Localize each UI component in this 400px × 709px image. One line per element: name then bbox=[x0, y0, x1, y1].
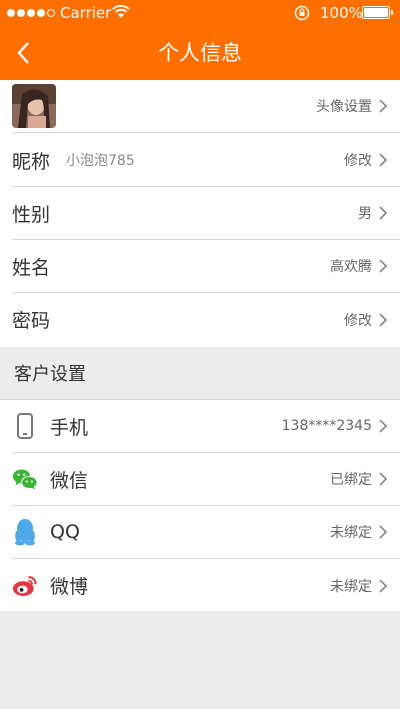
chevron-right-icon bbox=[379, 578, 388, 593]
nickname-edit-label: 修改 bbox=[344, 153, 372, 169]
chevron-right-icon bbox=[379, 312, 388, 327]
carrier-label: Carrier bbox=[60, 4, 112, 22]
wechat-label: 微信 bbox=[50, 469, 89, 492]
gender-value: 男 bbox=[358, 206, 372, 222]
chevron-right-icon bbox=[379, 259, 388, 273]
qq-row[interactable]: QQ 未绑定 bbox=[12, 506, 400, 559]
chevron-right-icon bbox=[379, 472, 388, 486]
weibo-status: 未绑定 bbox=[330, 578, 372, 595]
chevron-right-icon bbox=[379, 419, 388, 433]
header-bar: Carrier 100% 个人信息 bbox=[0, 0, 400, 80]
phone-value: 138****2345 bbox=[281, 418, 372, 434]
chevron-right-icon bbox=[379, 99, 388, 113]
status-bar: Carrier 100% bbox=[0, 0, 400, 26]
weibo-icon bbox=[12, 573, 38, 599]
chevron-right-icon bbox=[379, 206, 388, 220]
page-title: 个人信息 bbox=[158, 41, 242, 65]
phone-row[interactable]: 手机 138****2345 bbox=[12, 400, 400, 453]
password-edit-label: 修改 bbox=[344, 312, 372, 329]
qq-icon bbox=[12, 519, 38, 546]
nickname-row[interactable]: 昵称 小泡泡785 修改 bbox=[12, 134, 400, 187]
gender-label: 性别 bbox=[12, 203, 51, 226]
nickname-label: 昵称 bbox=[12, 150, 51, 173]
avatar-row[interactable]: 头像设置 bbox=[12, 80, 400, 133]
section-header: 客户设置 bbox=[0, 347, 400, 400]
battery-percent: 100% bbox=[320, 4, 363, 22]
name-label: 姓名 bbox=[12, 256, 51, 279]
qq-status: 未绑定 bbox=[330, 525, 372, 541]
weibo-label: 微博 bbox=[50, 576, 89, 598]
gender-row[interactable]: 性别 男 bbox=[12, 187, 400, 240]
qq-label: QQ bbox=[50, 521, 80, 543]
weibo-row[interactable]: 微博 未绑定 bbox=[12, 559, 400, 612]
signal-icon bbox=[7, 9, 55, 17]
password-row[interactable]: 密码 修改 bbox=[12, 293, 400, 346]
wechat-icon bbox=[12, 466, 38, 492]
battery-icon bbox=[362, 6, 393, 19]
avatar bbox=[12, 84, 56, 128]
avatar-setting-label: 头像设置 bbox=[316, 99, 372, 115]
wechat-status: 已绑定 bbox=[330, 472, 372, 488]
binding-list: 手机 138****2345 微信 已绑定 QQ 未绑定 微博 未绑定 bbox=[0, 400, 400, 611]
chevron-right-icon bbox=[379, 525, 388, 539]
password-label: 密码 bbox=[12, 310, 51, 332]
phone-icon bbox=[12, 413, 38, 439]
name-row[interactable]: 姓名 高欢腾 bbox=[12, 240, 400, 293]
profile-list: 头像设置 昵称 小泡泡785 修改 性别 男 姓名 高欢腾 密码 修改 bbox=[0, 80, 400, 347]
wifi-icon bbox=[112, 5, 130, 23]
wechat-row[interactable]: 微信 已绑定 bbox=[12, 453, 400, 506]
name-value: 高欢腾 bbox=[330, 259, 372, 275]
rotation-lock-icon bbox=[294, 5, 310, 25]
chevron-right-icon bbox=[379, 153, 388, 167]
nickname-value: 小泡泡785 bbox=[66, 153, 135, 169]
phone-label: 手机 bbox=[50, 416, 89, 439]
